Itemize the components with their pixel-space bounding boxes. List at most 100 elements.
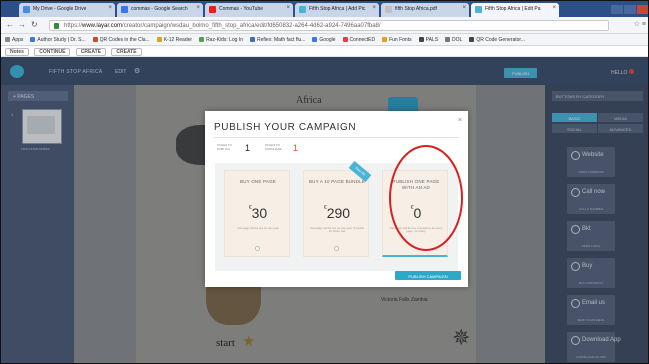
window-close-button[interactable] bbox=[637, 5, 648, 14]
url-host: www.layar.com bbox=[82, 23, 123, 29]
tab-google-search[interactable]: commas - Google Search × bbox=[117, 3, 203, 17]
option-radio[interactable] bbox=[334, 246, 339, 251]
option-price: €30 bbox=[225, 205, 291, 221]
close-icon[interactable]: × bbox=[462, 5, 466, 11]
address-bar-row: ← → ↻ https://www.layar.com/creator/camp… bbox=[1, 17, 648, 34]
tab-youtube[interactable]: Commas - YouTube × bbox=[205, 3, 293, 17]
url-scheme: https:// bbox=[64, 23, 83, 29]
url-input[interactable]: https://www.layar.com/creator/campaign/w… bbox=[49, 20, 609, 31]
create-extension[interactable]: CREATE bbox=[75, 48, 106, 56]
tab-label: Fifth Stop Africa | Edit Pa bbox=[485, 6, 541, 12]
bookmark-icon bbox=[342, 37, 348, 42]
bookmark-icon bbox=[469, 37, 475, 42]
option-title: BUY ONE PAGE bbox=[240, 179, 276, 184]
close-icon[interactable]: × bbox=[552, 5, 556, 11]
bookmark-item[interactable]: DOL bbox=[445, 37, 462, 43]
menu-icon[interactable]: ☆ ≡ bbox=[634, 20, 646, 28]
back-icon[interactable]: ← bbox=[6, 20, 14, 29]
option-ten-page-bundle[interactable]: Save 0% BUY A 10 PAGE BUNDLE €290 Campai… bbox=[303, 160, 372, 257]
bookmark-item[interactable]: ConnectED bbox=[342, 37, 376, 43]
tab-label: commas - Google Search bbox=[131, 6, 188, 12]
youtube-icon bbox=[209, 6, 216, 13]
browser-window: My Drive - Google Drive × commas - Google… bbox=[0, 0, 649, 364]
close-icon[interactable]: × bbox=[108, 5, 112, 11]
layar-icon bbox=[299, 6, 306, 13]
option-one-page[interactable]: BUY ONE PAGE €30 Campaign will be live f… bbox=[224, 170, 290, 257]
bookmark-item[interactable]: QR Code Generator... bbox=[469, 37, 525, 43]
bookmark-item[interactable]: Google bbox=[312, 37, 336, 43]
forward-icon[interactable]: → bbox=[18, 20, 26, 29]
maximize-button[interactable] bbox=[624, 5, 636, 14]
bookmark-item[interactable]: Fun Fonts bbox=[382, 37, 412, 43]
close-icon[interactable]: × bbox=[286, 5, 290, 11]
reload-icon[interactable]: ↻ bbox=[31, 20, 38, 29]
tab-pdf[interactable]: fifth Stop Africa.pdf × bbox=[381, 3, 469, 17]
bookmark-label: Apps bbox=[12, 37, 24, 43]
bookmarks-bar: Apps Author Study | Dr. S... QR Codes in t… bbox=[1, 34, 648, 46]
stat-value: 1 bbox=[245, 143, 251, 153]
dialog-title: PUBLISH YOUR CAMPAIGN bbox=[214, 122, 357, 133]
bookmark-item[interactable]: PALS bbox=[418, 37, 439, 43]
drive-icon bbox=[23, 6, 30, 13]
annotation-circle bbox=[389, 145, 463, 251]
bookmark-icon bbox=[5, 37, 10, 42]
tab-label: Fifth Stop Africa | Add Pic bbox=[309, 6, 366, 12]
bookmark-item[interactable]: K-12 Reader bbox=[156, 37, 193, 43]
bookmark-icon bbox=[199, 37, 205, 42]
bookmark-label: Fun Fonts bbox=[389, 37, 412, 43]
bookmark-item[interactable]: Raz-Kids: Log In bbox=[199, 37, 243, 43]
bookmark-icon bbox=[418, 37, 424, 42]
bookmark-label: Raz-Kids: Log In bbox=[206, 37, 244, 43]
option-description: Campaign will be live for one year bbox=[237, 226, 279, 230]
continue-extension[interactable]: CONTINUE bbox=[34, 48, 71, 56]
divider bbox=[214, 137, 459, 138]
tab-edit-page[interactable]: Fifth Stop Africa | Edit Pa × bbox=[471, 3, 559, 18]
bookmark-item[interactable]: QR Codes in the Cla... bbox=[92, 37, 150, 43]
tab-label: fifth Stop Africa.pdf bbox=[395, 6, 437, 12]
bookmark-item[interactable]: Author Study | Dr. S... bbox=[30, 37, 86, 43]
price-value: 290 bbox=[326, 205, 351, 221]
bookmark-label: Reflex: Math fact flu... bbox=[257, 37, 306, 43]
extensions-row: Notes CONTINUE CREATE CREATE bbox=[1, 46, 648, 57]
option-price: €290 bbox=[304, 205, 370, 221]
pdf-icon bbox=[385, 6, 392, 13]
minimize-button[interactable] bbox=[611, 5, 623, 14]
bookmark-label: Author Study | Dr. S... bbox=[37, 37, 86, 43]
create-extension-2[interactable]: CREATE bbox=[111, 48, 142, 56]
option-description: Campaign will be live for one year. 9 cr… bbox=[310, 226, 364, 234]
close-icon[interactable]: × bbox=[458, 117, 462, 124]
tab-label: My Drive - Google Drive bbox=[33, 6, 87, 12]
bookmark-label: QR Code Generator... bbox=[476, 37, 525, 43]
tab-label: Commas - YouTube bbox=[219, 6, 264, 12]
google-icon bbox=[121, 6, 128, 13]
price-value: 30 bbox=[251, 205, 268, 221]
bookmark-icon bbox=[30, 37, 36, 42]
tab-add-pic[interactable]: Fifth Stop Africa | Add Pic × bbox=[295, 3, 379, 17]
bookmark-label: DOL bbox=[452, 37, 463, 43]
bookmark-label: PALS bbox=[425, 37, 439, 43]
notes-extension[interactable]: Notes bbox=[5, 48, 29, 56]
bookmark-icon bbox=[92, 37, 98, 42]
layar-icon bbox=[475, 6, 482, 13]
tab-strip: My Drive - Google Drive × commas - Google… bbox=[1, 1, 648, 18]
bookmark-label: Google bbox=[319, 37, 336, 43]
url-path: /creator/campaign/wsdau_bolmo_fifth_stop… bbox=[122, 23, 381, 29]
bookmark-label: K-12 Reader bbox=[163, 37, 193, 43]
bookmark-item[interactable]: Apps bbox=[5, 37, 23, 43]
close-icon[interactable]: × bbox=[372, 5, 376, 11]
bookmark-icon bbox=[445, 37, 451, 42]
tab-google-drive[interactable]: My Drive - Google Drive × bbox=[19, 3, 115, 17]
option-radio[interactable] bbox=[255, 246, 260, 251]
stat-label: PAGES TO PURCHASE bbox=[265, 143, 282, 151]
bookmark-label: QR Codes in the Cla... bbox=[99, 37, 150, 43]
bookmark-item[interactable]: Reflex: Math fact flu... bbox=[250, 37, 305, 43]
publish-campaign-button[interactable]: PUBLISH CAMPAIGN bbox=[395, 271, 461, 280]
close-icon[interactable]: × bbox=[196, 5, 200, 11]
bookmark-label: ConnectED bbox=[349, 37, 376, 43]
bookmark-icon bbox=[382, 37, 388, 42]
lock-icon bbox=[54, 23, 59, 29]
window-controls bbox=[610, 1, 648, 14]
bookmark-icon bbox=[156, 37, 162, 42]
bookmark-icon bbox=[312, 37, 318, 42]
bookmark-icon bbox=[250, 37, 256, 42]
